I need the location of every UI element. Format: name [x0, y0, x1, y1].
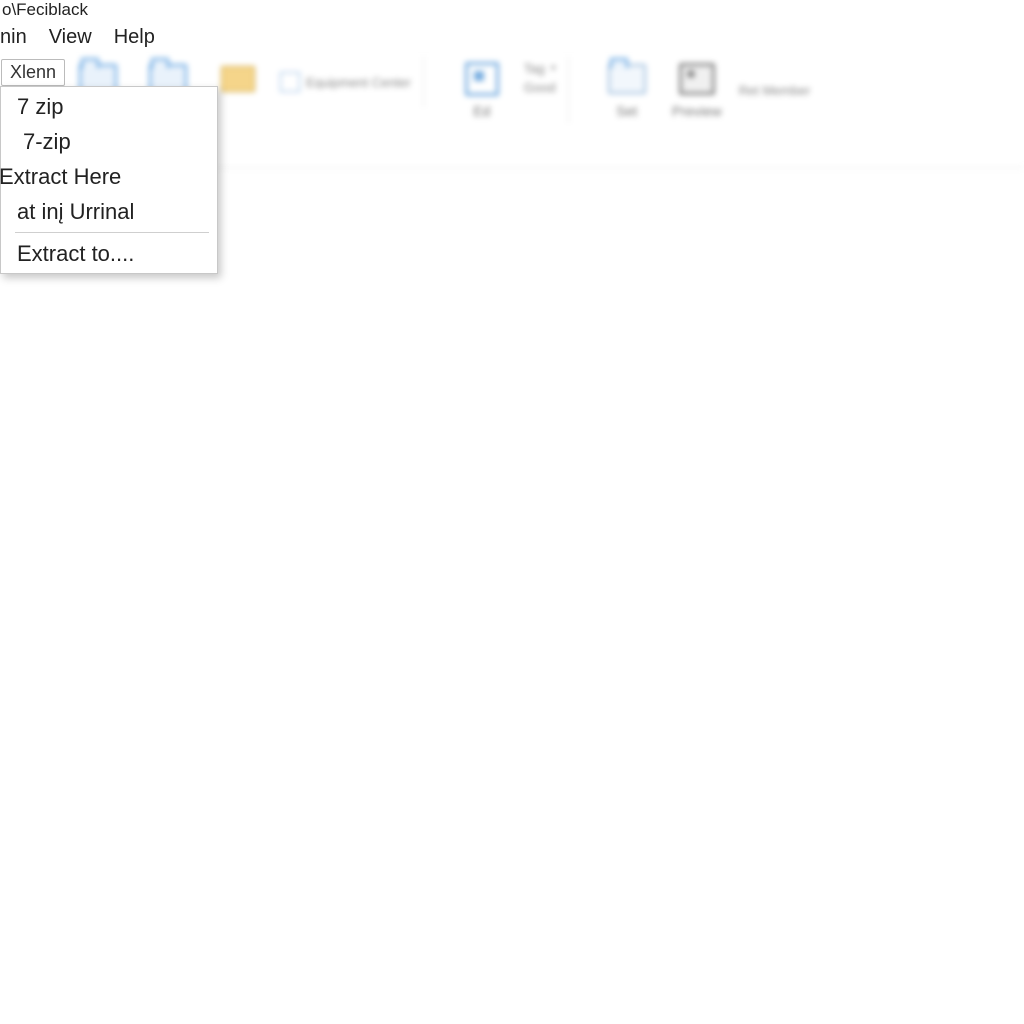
- context-menu-separator: [15, 232, 209, 233]
- ribbon-button-ed[interactable]: Ed: [454, 61, 510, 119]
- content-area[interactable]: [0, 176, 1024, 1024]
- ribbon-good-row[interactable]: Good: [524, 80, 556, 95]
- context-menu-item-7-zip[interactable]: 7-zip: [1, 124, 217, 159]
- ribbon-small-3: Ret Member: [739, 61, 811, 119]
- ribbon-button-set-label: Set: [616, 103, 637, 119]
- ribbon-tab-label: Xlenn: [10, 62, 56, 82]
- ribbon-tag-label: Tag: [524, 61, 545, 76]
- ribbon-small-2: Tag ▾ Good: [524, 61, 556, 119]
- picture-icon: [677, 61, 717, 97]
- context-menu-item-extract-here[interactable]: Extract Here: [0, 159, 217, 194]
- ribbon-button-preview[interactable]: Preview: [669, 61, 725, 119]
- ribbon-tab[interactable]: Xlenn: [1, 59, 65, 86]
- folder-icon: [607, 61, 647, 97]
- context-menu-item-7zip[interactable]: 7 zip: [1, 89, 217, 124]
- menu-item-view[interactable]: View: [49, 26, 92, 49]
- folder-icon: [218, 61, 258, 97]
- ribbon-group-3: Set Preview Ret Member: [587, 57, 823, 123]
- menu-item-help[interactable]: Help: [114, 26, 155, 49]
- ribbon-button-preview-label: Preview: [672, 103, 722, 119]
- ribbon-button-ed-label: Ed: [473, 103, 490, 119]
- ribbon-tag-row[interactable]: Tag ▾: [524, 61, 556, 76]
- ribbon-group-2: Ed Tag ▾ Good: [442, 57, 569, 123]
- ribbon-retmember-row[interactable]: Ret Member: [739, 83, 811, 98]
- context-menu: 7 zip 7-zip Extract Here at inį Urrinal …: [0, 86, 218, 274]
- context-menu-item-at-ini[interactable]: at inį Urrinal: [1, 194, 217, 229]
- context-menu-item-extract-to[interactable]: Extract to....: [1, 236, 217, 271]
- window-title: o\Feciblack: [2, 0, 88, 20]
- ribbon-small-1: Equipment Center: [280, 61, 411, 103]
- menu-bar: nin View Help: [0, 22, 1024, 53]
- ribbon-good-label: Good: [524, 80, 556, 95]
- chevron-down-icon: ▾: [551, 63, 556, 74]
- menu-item-nin[interactable]: nin: [0, 26, 27, 49]
- ribbon-retmember-label: Ret Member: [739, 83, 811, 98]
- ribbon-button-3[interactable]: [210, 61, 266, 103]
- ribbon-button-set[interactable]: Set: [599, 61, 655, 119]
- title-bar: o\Feciblack: [0, 0, 1024, 22]
- ribbon-small-label: Equipment Center: [306, 75, 411, 90]
- square-icon: [462, 61, 502, 97]
- document-icon: [280, 72, 300, 92]
- ribbon-small-row[interactable]: Equipment Center: [280, 72, 411, 92]
